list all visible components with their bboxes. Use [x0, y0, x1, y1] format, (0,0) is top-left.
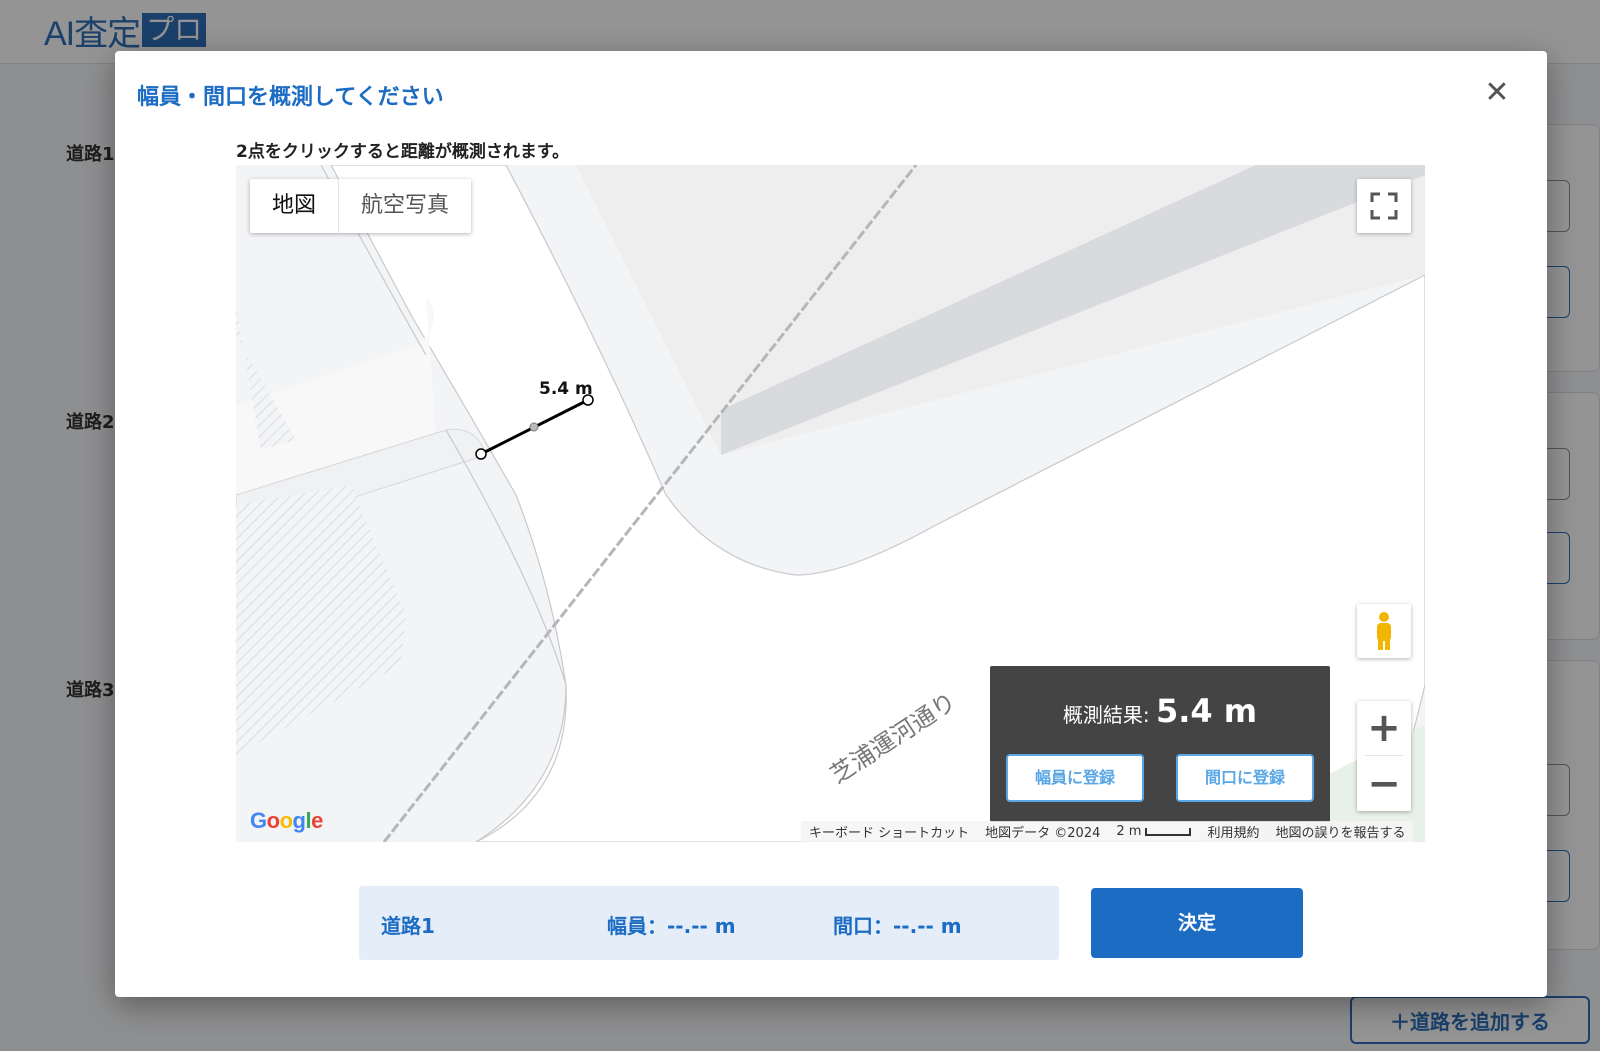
scale-text: 2 m: [1116, 824, 1142, 839]
measure-result-panel: 概測結果: 5.4 m 幅員に登録 間口に登録: [990, 666, 1330, 822]
fullscreen-button[interactable]: [1357, 179, 1411, 233]
street-view-button[interactable]: [1357, 604, 1411, 658]
info-frontage-value: 間口：--.-- m: [833, 914, 962, 938]
map-attribution: キーボード ショートカット 地図データ ©2024 2 m 利用規約 地図の誤り…: [801, 821, 1414, 842]
map-canvas[interactable]: 5.4 m 芝浦運河通り 地図 航空写真 + − 概測結果: 5.4 m 幅員に…: [236, 165, 1425, 842]
measure-result-text: 概測結果: 5.4 m: [990, 692, 1330, 730]
road-info-bar: 道路1 幅員：--.-- m 間口：--.-- m: [359, 886, 1059, 960]
info-width-value: 幅員：--.-- m: [607, 914, 736, 938]
measure-distance-label: 5.4 m: [539, 379, 593, 399]
result-value: 5.4 m: [1155, 692, 1258, 730]
map-type-satellite-tab[interactable]: 航空写真: [339, 179, 471, 233]
map-type-control: 地図 航空写真: [250, 179, 472, 233]
instruction-text: 2点をクリックすると距離が概測されます。: [236, 142, 570, 162]
scale-indicator[interactable]: 2 m: [1108, 824, 1199, 839]
zoom-out-button[interactable]: −: [1357, 757, 1411, 811]
keyboard-shortcuts-link[interactable]: キーボード ショートカット: [801, 822, 977, 841]
measure-modal: 幅員・間口を概測してください ✕ 2点をクリックすると距離が概測されます。 5.…: [115, 51, 1547, 997]
zoom-control: + −: [1357, 701, 1411, 811]
zoom-divider: [1365, 755, 1403, 756]
result-label: 概測結果:: [1062, 703, 1156, 727]
terms-link[interactable]: 利用規約: [1199, 822, 1267, 841]
register-frontage-button[interactable]: 間口に登録: [1176, 754, 1314, 802]
register-width-button[interactable]: 幅員に登録: [1006, 754, 1144, 802]
info-road-name: 道路1: [381, 914, 435, 938]
fullscreen-icon: [1370, 192, 1398, 220]
confirm-button[interactable]: 決定: [1091, 888, 1303, 958]
zoom-in-button[interactable]: +: [1357, 701, 1411, 755]
google-logo[interactable]: Google: [250, 808, 323, 834]
modal-title: 幅員・間口を概測してください: [137, 85, 444, 110]
map-type-map-tab[interactable]: 地図: [250, 179, 340, 233]
report-error-link[interactable]: 地図の誤りを報告する: [1267, 822, 1413, 841]
close-icon[interactable]: ✕: [1479, 75, 1515, 111]
pegman-icon: [1377, 612, 1391, 650]
scale-bar: [1145, 827, 1192, 836]
map-data-text: 地図データ ©2024: [985, 826, 1101, 841]
